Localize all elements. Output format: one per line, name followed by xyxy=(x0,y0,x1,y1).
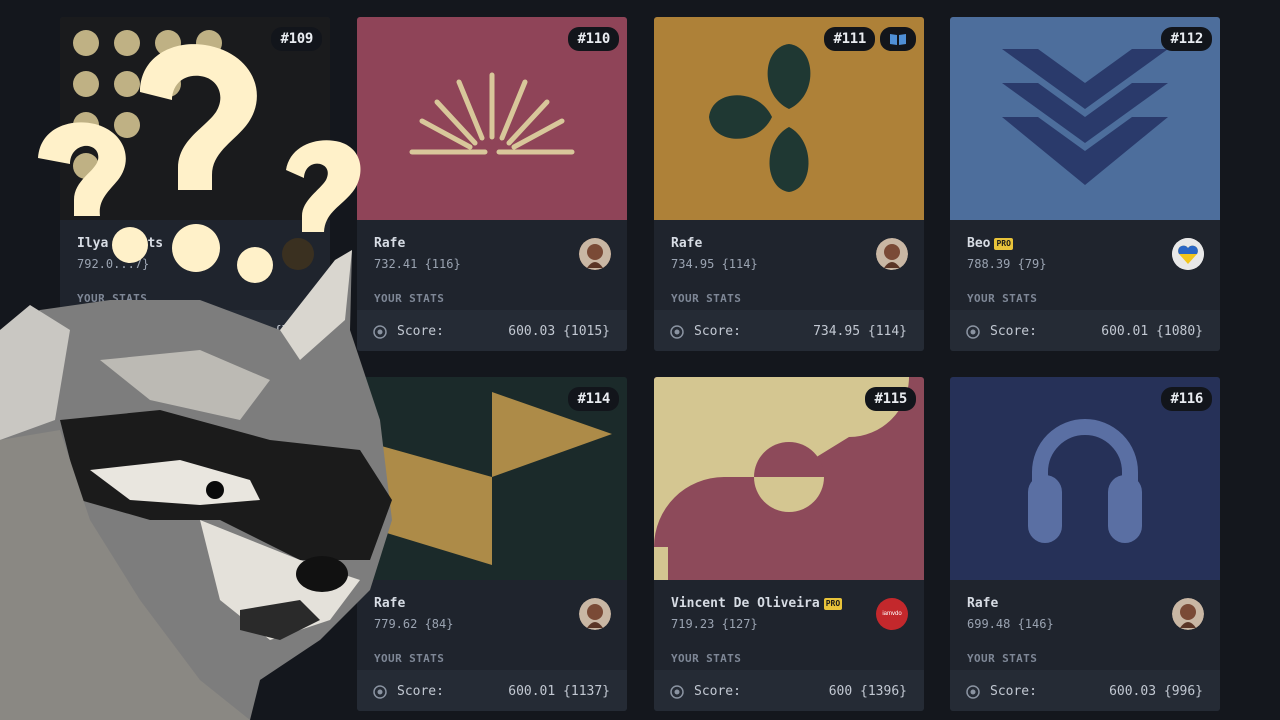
author-name[interactable]: Ilya ...lts xyxy=(77,236,163,251)
score-row: Score: 600.03 {1015} xyxy=(357,310,627,351)
avatar[interactable] xyxy=(1172,598,1204,630)
score-value: 734.95 {114} xyxy=(813,324,907,339)
challenge-card-110[interactable]: #110 Rafe 732.41 {116} YOUR STATS Score:… xyxy=(357,17,627,351)
author-name[interactable]: Beo PRO xyxy=(967,236,1013,251)
score-row: Score: 600.03 {996} xyxy=(950,670,1220,711)
score-label: Score: xyxy=(694,684,741,699)
author-name[interactable]: Rafe xyxy=(671,236,702,251)
challenge-card-112[interactable]: #112 Beo PRO 788.39 {79} YOUR STATS Score… xyxy=(950,17,1220,351)
avatar[interactable]: iamvdo xyxy=(876,598,908,630)
challenge-number-badge: #114 xyxy=(568,387,619,411)
pro-badge: PRO xyxy=(823,597,843,610)
avatar[interactable] xyxy=(282,238,314,270)
challenge-card-111[interactable]: #111 Rafe 734.95 {114} YOUR STATS Score:… xyxy=(654,17,924,351)
score-value: 600 {1396} xyxy=(828,684,907,699)
avatar-logo-text: iamvdo xyxy=(882,611,902,617)
challenge-number-badge: #115 xyxy=(865,387,916,411)
score-label: Score: xyxy=(694,324,741,339)
score-value: 600.01 {1137} xyxy=(508,684,610,699)
avatar[interactable] xyxy=(876,238,908,270)
score-value: .28 {761} xyxy=(242,324,313,339)
rating: 792.0...7} xyxy=(77,257,150,271)
rating: 719.23 {127} xyxy=(671,617,758,631)
challenge-card-109[interactable]: #109 Ilya ...lts 792.0...7} YOUR STATS S… xyxy=(60,17,330,351)
score-label: Score: xyxy=(100,324,147,339)
score-row: Score: .28 {761} xyxy=(60,310,330,351)
target-icon xyxy=(373,325,387,339)
target-icon xyxy=(670,685,684,699)
target-icon xyxy=(373,685,387,699)
score-row: Score: 600.01 {1137} xyxy=(357,670,627,711)
challenge-number-badge: #116 xyxy=(1161,387,1212,411)
rating: 779.62 {84} xyxy=(374,617,454,631)
author-name[interactable]: Rafe xyxy=(967,596,998,611)
challenge-card-115[interactable]: #115 Vincent De Oliveira PRO 719.23 {127}… xyxy=(654,377,924,711)
score-value: 600.03 {996} xyxy=(1109,684,1203,699)
your-stats-heading: YOUR STATS xyxy=(671,652,742,665)
your-stats-heading: YOUR STATS xyxy=(374,292,445,305)
avatar[interactable] xyxy=(579,238,611,270)
score-label: Score: xyxy=(990,684,1037,699)
author-name[interactable]: Vincent De Oliveira PRO xyxy=(671,596,843,611)
avatar[interactable] xyxy=(579,598,611,630)
pro-badge: PRO xyxy=(994,237,1013,250)
challenge-card-114[interactable]: #114 Rafe 779.62 {84} YOUR STATS Score: … xyxy=(357,377,627,711)
score-value: 600.03 {1015} xyxy=(508,324,610,339)
score-row: Score: 600 {1396} xyxy=(654,670,924,711)
rating: 734.95 {114} xyxy=(671,257,758,271)
your-stats-heading: YOUR STATS xyxy=(671,292,742,305)
author-name[interactable]: Rafe xyxy=(374,236,405,251)
rating: 732.41 {116} xyxy=(374,257,461,271)
heart-icon xyxy=(1172,238,1204,270)
target-icon xyxy=(76,325,90,339)
rating: 788.39 {79} xyxy=(967,257,1047,271)
target-icon xyxy=(966,685,980,699)
rating: 699.48 {146} xyxy=(967,617,1054,631)
score-row: Score: 734.95 {114} xyxy=(654,310,924,351)
target-icon xyxy=(670,325,684,339)
challenge-number-badge: #112 xyxy=(1161,27,1212,51)
score-row: Score: 600.01 {1080} xyxy=(950,310,1220,351)
challenge-number-badge: #111 xyxy=(824,27,875,51)
score-value: 600.01 {1080} xyxy=(1101,324,1203,339)
challenge-number-badge: #109 xyxy=(271,27,322,51)
score-label: Score: xyxy=(397,324,444,339)
challenge-card-116[interactable]: #116 Rafe 699.48 {146} YOUR STATS Score:… xyxy=(950,377,1220,711)
your-stats-heading: YOUR STATS xyxy=(967,652,1038,665)
score-label: Score: xyxy=(990,324,1037,339)
book-icon[interactable] xyxy=(880,27,916,51)
your-stats-heading: YOUR STATS xyxy=(374,652,445,665)
author-name[interactable]: Rafe xyxy=(374,596,405,611)
target-icon xyxy=(966,325,980,339)
your-stats-heading: YOUR STATS xyxy=(967,292,1038,305)
your-stats-heading: YOUR STATS xyxy=(77,292,148,305)
avatar[interactable] xyxy=(1172,238,1204,270)
challenge-number-badge: #110 xyxy=(568,27,619,51)
score-label: Score: xyxy=(397,684,444,699)
